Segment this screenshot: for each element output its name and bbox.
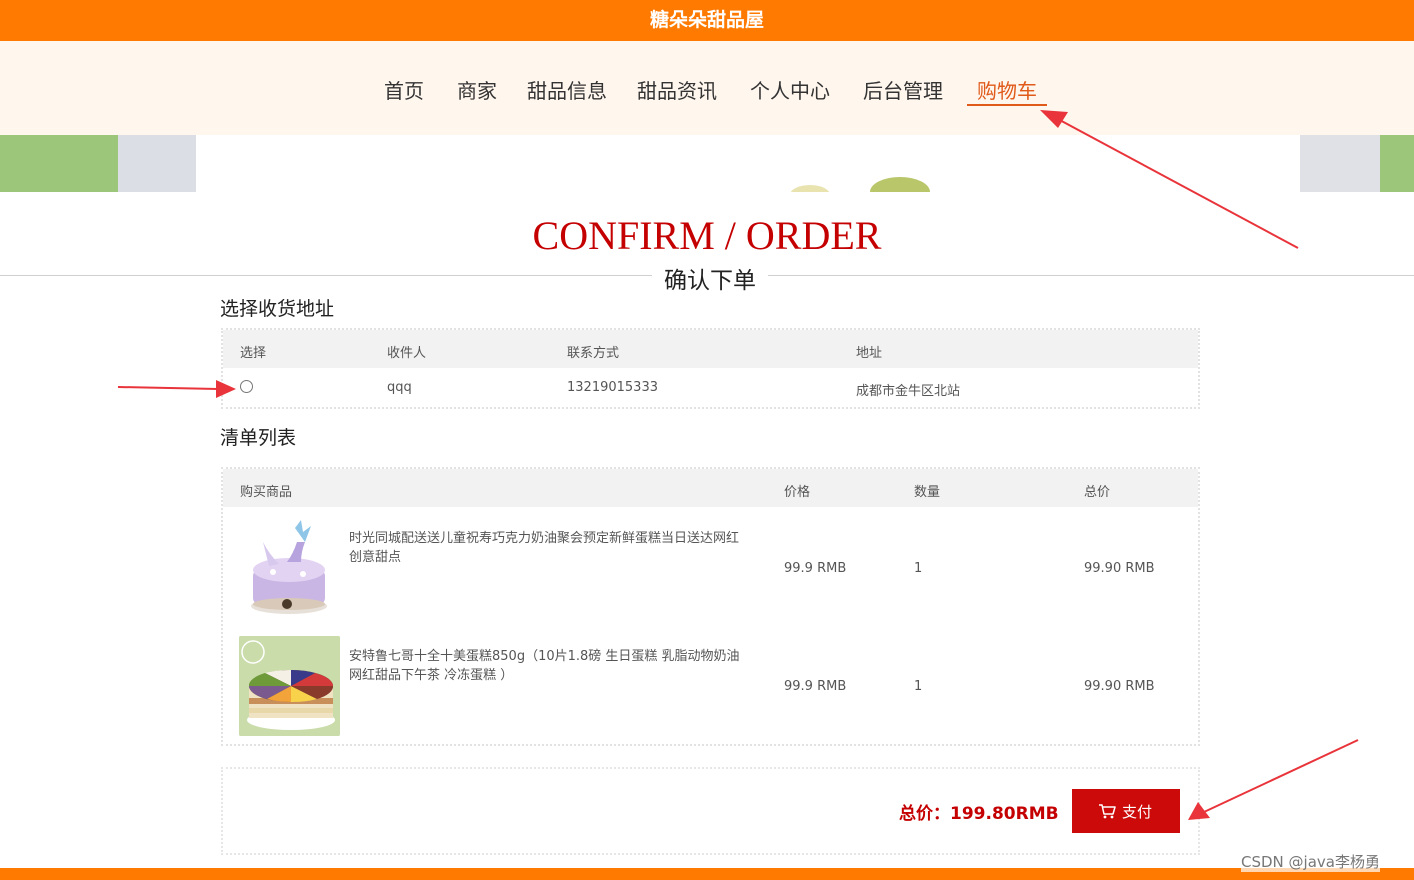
price-cell: 99.9 RMB xyxy=(784,561,847,576)
quantity-cell: 1 xyxy=(914,561,923,576)
nav-active-underline xyxy=(967,104,1047,106)
product-image[interactable] xyxy=(239,518,340,618)
address-cell: 成都市金牛区北站 xyxy=(856,384,961,399)
address-section-title: 选择收货地址 xyxy=(220,298,335,320)
product-name[interactable]: 安特鲁七哥十全十美蛋糕850g（10片1.8磅 生日蛋糕 乳脂动物奶油 网红甜品… xyxy=(349,647,749,685)
nav-item-dessert-info[interactable]: 甜品信息 xyxy=(527,75,607,104)
watermark: CSDN @java李杨勇 xyxy=(1241,851,1380,872)
pay-button[interactable]: 支付 xyxy=(1072,789,1180,833)
cart-icon xyxy=(1098,803,1116,823)
column-header: 地址 xyxy=(856,346,883,361)
footer-bar xyxy=(0,868,1414,880)
address-table-header: 选择 收件人 联系方式 地址 xyxy=(223,330,1198,368)
page-title-en: CONFIRM / ORDER xyxy=(532,213,882,258)
nav-item-dessert-news[interactable]: 甜品资讯 xyxy=(637,75,717,104)
column-header: 购买商品 xyxy=(240,485,293,500)
column-header: 总价 xyxy=(1084,485,1111,500)
top-bar: 糖朵朵甜品屋 xyxy=(0,0,1414,41)
nav-item-cart[interactable]: 购物车 xyxy=(977,75,1037,104)
total-cell: 99.90 RMB xyxy=(1084,561,1155,576)
column-header: 价格 xyxy=(784,485,811,500)
order-table: 购买商品 价格 数量 总价 时光同城配送送儿童祝寿巧克力奶油聚会预定新鲜蛋糕当日… xyxy=(221,467,1200,746)
main-nav: 首页 商家 甜品信息 甜品资讯 个人中心 后台管理 购物车 xyxy=(0,41,1414,135)
product-image[interactable] xyxy=(239,636,340,736)
nav-item-personal-center[interactable]: 个人中心 xyxy=(750,75,830,104)
address-table: 选择 收件人 联系方式 地址 qqq 13219015333 成都市金牛区北站 xyxy=(221,328,1200,409)
column-header: 选择 xyxy=(240,346,267,361)
annotation-arrow-pay xyxy=(1188,739,1359,820)
nav-item-merchants[interactable]: 商家 xyxy=(457,75,497,104)
price-cell: 99.9 RMB xyxy=(784,679,847,694)
total-cell: 99.90 RMB xyxy=(1084,679,1155,694)
order-section-title: 清单列表 xyxy=(220,427,297,449)
column-header: 联系方式 xyxy=(567,346,620,361)
column-header: 数量 xyxy=(914,485,941,500)
nav-item-admin[interactable]: 后台管理 xyxy=(863,75,943,104)
order-table-header: 购买商品 价格 数量 总价 xyxy=(223,469,1198,507)
address-select-radio[interactable] xyxy=(240,380,253,393)
quantity-cell: 1 xyxy=(914,679,923,694)
banner-image xyxy=(0,135,1414,192)
order-total: 总价：199.80RMB xyxy=(899,804,1059,824)
site-title: 糖朵朵甜品屋 xyxy=(649,9,764,31)
column-header: 收件人 xyxy=(387,346,427,361)
pay-button-label: 支付 xyxy=(1122,804,1153,821)
order-summary: 总价：199.80RMB 支付 xyxy=(221,767,1200,855)
recipient-cell: qqq xyxy=(387,380,412,395)
page-title-zh: 确认下单 xyxy=(652,261,768,295)
phone-cell: 13219015333 xyxy=(567,380,658,395)
nav-item-home[interactable]: 首页 xyxy=(384,75,424,104)
product-name[interactable]: 时光同城配送送儿童祝寿巧克力奶油聚会预定新鲜蛋糕当日送达网红创意甜点 xyxy=(349,529,749,567)
annotation-arrow-radio xyxy=(117,380,236,398)
